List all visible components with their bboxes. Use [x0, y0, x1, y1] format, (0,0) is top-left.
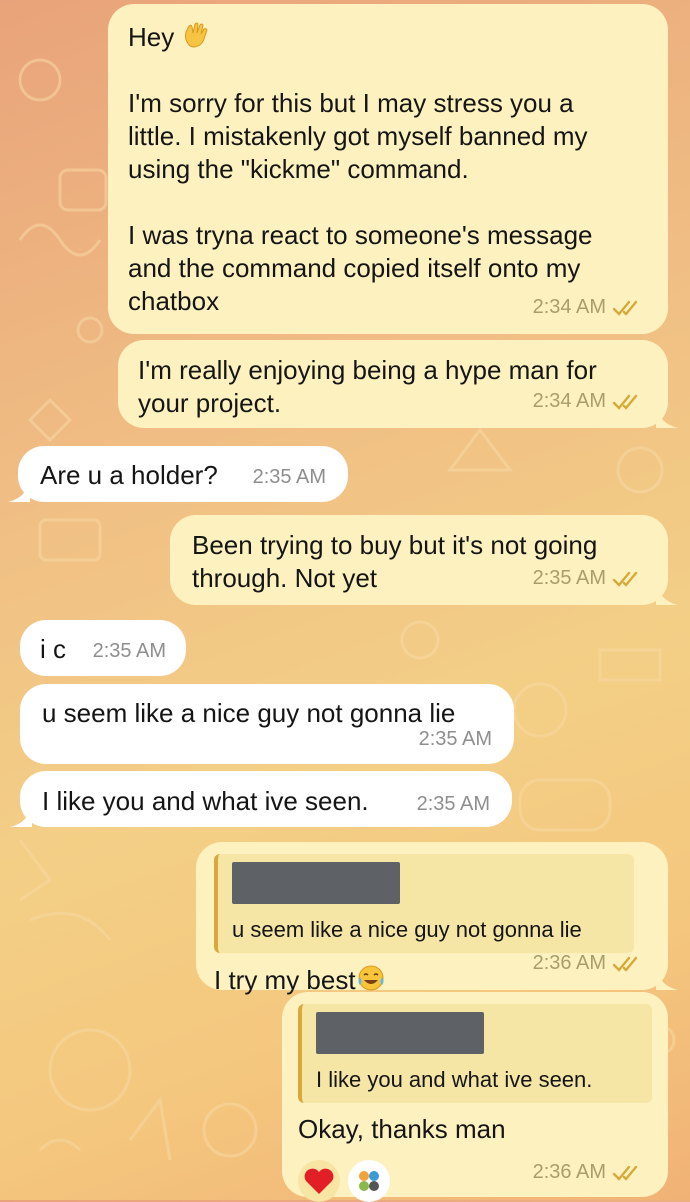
message-time: 2:35 AM	[252, 466, 326, 488]
tears-of-joy-emoji-icon	[358, 965, 384, 991]
message-meta: 2:35 AM	[533, 562, 642, 595]
waving-hand-emoji-icon	[185, 22, 209, 48]
incoming-message[interactable]: i c 2:35 AM	[20, 620, 186, 676]
incoming-message[interactable]: Are u a holder? 2:35 AM	[8, 446, 348, 502]
message-time: 2:35 AM	[532, 567, 606, 589]
message-meta: 2:34 AM	[533, 291, 642, 324]
message-meta: 2:36 AM	[533, 1156, 642, 1189]
reply-quote-text: u seem like a nice guy not gonna lie	[232, 917, 582, 942]
double-check-icon	[612, 300, 638, 316]
message-time: 2:35 AM	[418, 728, 492, 750]
message-time: 2:34 AM	[532, 390, 606, 412]
double-check-icon	[612, 956, 638, 972]
double-check-icon	[612, 1165, 638, 1181]
redacted-sender-name	[316, 1012, 484, 1054]
incoming-message[interactable]: u seem like a nice guy not gonna lie 2:3…	[20, 684, 514, 764]
red-heart-icon	[304, 1168, 334, 1194]
outgoing-message[interactable]: I like you and what ive seen. Okay, than…	[282, 992, 668, 1202]
message-meta: 2:34 AM	[533, 385, 642, 418]
message-text: I'm sorry for this but I may stress you …	[128, 88, 593, 316]
message-meta: 2:35 AM	[253, 461, 326, 494]
outgoing-message[interactable]: Hey I'm sorry for this but I may stress …	[108, 4, 668, 334]
message-time: 2:34 AM	[532, 296, 606, 318]
redacted-sender-name	[232, 862, 400, 904]
double-check-icon	[612, 571, 638, 587]
bubble-tail	[8, 480, 30, 502]
message-text: Okay, thanks man	[298, 1114, 506, 1144]
message-meta: 2:35 AM	[419, 723, 492, 756]
message-meta: 2:35 AM	[417, 788, 490, 821]
bubble-tail	[656, 583, 678, 605]
reply-quote-text: I like you and what ive seen.	[316, 1067, 593, 1092]
double-check-icon	[612, 394, 638, 410]
bubble-tail	[10, 805, 32, 827]
outgoing-message[interactable]: I'm really enjoying being a hype man for…	[118, 340, 678, 428]
heart-reaction[interactable]	[298, 1160, 340, 1202]
bubble-tail	[656, 968, 678, 990]
message-time: 2:35 AM	[416, 793, 490, 815]
incoming-message[interactable]: I like you and what ive seen. 2:35 AM	[10, 771, 512, 827]
message-meta: 2:36 AM	[533, 947, 642, 980]
outgoing-message[interactable]: Been trying to buy but it's not going th…	[170, 515, 678, 605]
message-time: 2:35 AM	[92, 640, 166, 662]
sticker-reaction[interactable]	[348, 1160, 390, 1202]
reply-quote[interactable]: I like you and what ive seen.	[298, 1004, 652, 1103]
bubble-tail	[656, 406, 678, 428]
reaction-sticker-icon	[359, 1171, 379, 1191]
reply-quote[interactable]: u seem like a nice guy not gonna lie	[214, 854, 634, 953]
message-time: 2:36 AM	[532, 1161, 606, 1183]
outgoing-message[interactable]: u seem like a nice guy not gonna lie I t…	[196, 842, 678, 995]
message-text: Hey	[128, 20, 646, 54]
message-time: 2:36 AM	[532, 952, 606, 974]
message-meta: 2:35 AM	[93, 635, 166, 668]
